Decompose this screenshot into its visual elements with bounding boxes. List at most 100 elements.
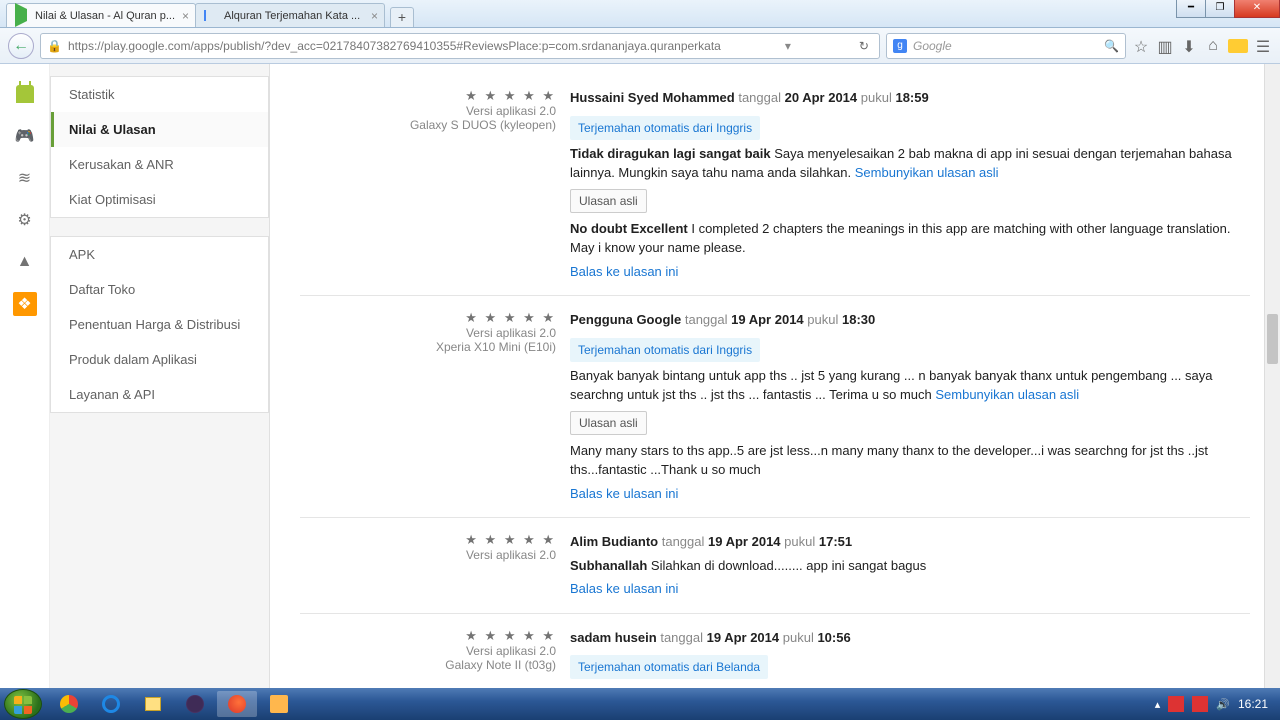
tray-clock[interactable]: 16:21: [1238, 697, 1268, 711]
translated-badge: Terjemahan otomatis dari Inggris: [570, 338, 760, 362]
taskbar: ▴ 🔊 16:21: [0, 688, 1280, 720]
taskbar-ie[interactable]: [91, 691, 131, 717]
review-meta: ★ ★ ★ ★ ★Versi aplikasi 2.0Xperia X10 Mi…: [300, 310, 570, 503]
bookmark-star-icon[interactable]: ☆: [1132, 37, 1150, 55]
sidebar-item-harga-distribusi[interactable]: Penentuan Harga & Distribusi: [51, 307, 268, 342]
tab-title: Nilai & Ulasan - Al Quran p...: [35, 10, 175, 22]
url-text: https://play.google.com/apps/publish/?de…: [68, 39, 721, 53]
review-header: Pengguna Google tanggal 19 Apr 2014 puku…: [570, 310, 1250, 330]
reload-icon[interactable]: ↻: [855, 39, 873, 53]
review-original-text: No doubt Excellent I completed 2 chapter…: [570, 219, 1250, 258]
start-button[interactable]: [4, 689, 42, 719]
sidebar-item-statistik[interactable]: Statistik: [51, 77, 268, 112]
icon-rail: 🎮 ≋ ⚙ ▲ ❖: [0, 64, 50, 688]
menu-icon[interactable]: ☰: [1254, 37, 1272, 55]
close-button[interactable]: ✕: [1234, 0, 1280, 18]
browser-tab-active[interactable]: Nilai & Ulasan - Al Quran p... ×: [6, 3, 196, 27]
taskbar-app[interactable]: [259, 691, 299, 717]
review-body: Alim Budianto tanggal 19 Apr 2014 pukul …: [570, 532, 1250, 599]
review-header: Hussaini Syed Mohammed tanggal 20 Apr 20…: [570, 88, 1250, 108]
dropdown-icon[interactable]: ▾: [779, 39, 797, 53]
library-icon[interactable]: ▥: [1156, 37, 1174, 55]
star-rating: ★ ★ ★ ★ ★: [300, 88, 556, 104]
browser-titlebar: Nilai & Ulasan - Al Quran p... × Alquran…: [0, 0, 1280, 28]
sidebar: Statistik Nilai & Ulasan Kerusakan & ANR…: [50, 64, 270, 688]
rail-games-icon[interactable]: 🎮: [13, 124, 37, 148]
review-original-text: Many many stars to ths app..5 are jst le…: [570, 441, 1250, 480]
back-button[interactable]: ←: [8, 33, 34, 59]
translated-badge: Terjemahan otomatis dari Inggris: [570, 116, 760, 140]
review-author: Pengguna Google: [570, 312, 681, 327]
sidebar-item-apk[interactable]: APK: [51, 237, 268, 272]
review-author: sadam husein: [570, 630, 657, 645]
rail-android-icon[interactable]: [13, 82, 37, 106]
review-meta: ★ ★ ★ ★ ★Versi aplikasi 2.0Galaxy S DUOS…: [300, 88, 570, 281]
device-label: Galaxy S DUOS (kyleopen): [300, 118, 556, 132]
home-icon[interactable]: ⌂: [1204, 37, 1222, 55]
scrollbar-thumb[interactable]: [1267, 314, 1278, 364]
rail-help-icon[interactable]: ❖: [13, 292, 37, 316]
address-bar: ← 🔒 https://play.google.com/apps/publish…: [0, 28, 1280, 64]
taskbar-firefox-active[interactable]: [217, 691, 257, 717]
sidebar-group-2: APK Daftar Toko Penentuan Harga & Distri…: [50, 236, 269, 413]
minimize-button[interactable]: ━: [1176, 0, 1206, 18]
sidebar-group-1: Statistik Nilai & Ulasan Kerusakan & ANR…: [50, 76, 269, 218]
tab-close-icon[interactable]: ×: [182, 9, 189, 23]
rail-services-icon[interactable]: ≋: [13, 166, 37, 190]
maximize-button[interactable]: ❐: [1205, 0, 1235, 18]
hide-original-link[interactable]: Sembunyikan ulasan asli: [855, 165, 999, 180]
downloads-icon[interactable]: ⬇: [1180, 37, 1198, 55]
star-rating: ★ ★ ★ ★ ★: [300, 310, 556, 326]
addon-icon[interactable]: [1228, 39, 1248, 53]
browser-tab[interactable]: Alquran Terjemahan Kata ... ×: [195, 3, 385, 27]
tray-security-icon[interactable]: [1168, 696, 1184, 712]
tab-title: Alquran Terjemahan Kata ...: [224, 10, 360, 22]
sidebar-item-daftar-toko[interactable]: Daftar Toko: [51, 272, 268, 307]
sidebar-item-produk-aplikasi[interactable]: Produk dalam Aplikasi: [51, 342, 268, 377]
reply-link[interactable]: Balas ke ulasan ini: [570, 484, 1250, 504]
review-text: Subhanallah Silahkan di download........…: [570, 556, 1250, 576]
review-row: ★ ★ ★ ★ ★Versi aplikasi 2.0Galaxy S DUOS…: [300, 74, 1250, 296]
search-placeholder: Google: [913, 39, 952, 53]
review-row: ★ ★ ★ ★ ★Versi aplikasi 2.0Xperia X10 Mi…: [300, 296, 1250, 518]
system-tray: ▴ 🔊 16:21: [1155, 696, 1276, 712]
version-label: Versi aplikasi 2.0: [300, 326, 556, 340]
device-label: Galaxy Note II (t03g): [300, 658, 556, 672]
hide-original-link[interactable]: Sembunyikan ulasan asli: [935, 387, 1079, 402]
translated-badge: Terjemahan otomatis dari Belanda: [570, 655, 768, 679]
scrollbar[interactable]: [1264, 64, 1280, 688]
tray-volume-icon[interactable]: 🔊: [1216, 698, 1230, 711]
taskbar-explorer[interactable]: [133, 691, 173, 717]
new-tab-button[interactable]: +: [390, 7, 414, 27]
url-input[interactable]: 🔒 https://play.google.com/apps/publish/?…: [40, 33, 880, 59]
version-label: Versi aplikasi 2.0: [300, 644, 556, 658]
reply-link[interactable]: Balas ke ulasan ini: [570, 262, 1250, 282]
taskbar-eclipse[interactable]: [175, 691, 215, 717]
review-meta: ★ ★ ★ ★ ★Versi aplikasi 2.0: [300, 532, 570, 599]
page-content: 🎮 ≋ ⚙ ▲ ❖ Statistik Nilai & Ulasan Kerus…: [0, 64, 1280, 688]
tab-close-icon[interactable]: ×: [371, 9, 378, 23]
translate-favicon: [204, 9, 218, 23]
sidebar-item-kerusakan-anr[interactable]: Kerusakan & ANR: [51, 147, 268, 182]
reply-link[interactable]: Balas ke ulasan ini: [570, 579, 1250, 599]
search-input[interactable]: g Google 🔍: [886, 33, 1126, 59]
tray-show-hidden-icon[interactable]: ▴: [1155, 698, 1161, 711]
review-text: Banyak banyak bintang untuk app ths .. j…: [570, 366, 1250, 405]
review-text: Tidak diragukan lagi sangat baik Saya me…: [570, 144, 1250, 183]
tray-flag-icon[interactable]: [1192, 696, 1208, 712]
sidebar-item-nilai-ulasan[interactable]: Nilai & Ulasan: [51, 112, 268, 147]
review-body: sadam husein tanggal 19 Apr 2014 pukul 1…: [570, 628, 1250, 684]
rail-alerts-icon[interactable]: ▲: [13, 250, 37, 274]
sidebar-item-kiat-optimisasi[interactable]: Kiat Optimisasi: [51, 182, 268, 217]
lock-icon: 🔒: [47, 39, 62, 53]
review-header: sadam husein tanggal 19 Apr 2014 pukul 1…: [570, 628, 1250, 648]
version-label: Versi aplikasi 2.0: [300, 104, 556, 118]
search-icon[interactable]: 🔍: [1104, 39, 1119, 53]
review-body: Hussaini Syed Mohammed tanggal 20 Apr 20…: [570, 88, 1250, 281]
reviews-panel: ★ ★ ★ ★ ★Versi aplikasi 2.0Galaxy S DUOS…: [270, 64, 1280, 688]
taskbar-chrome[interactable]: [49, 691, 89, 717]
sidebar-item-layanan-api[interactable]: Layanan & API: [51, 377, 268, 412]
rail-settings-icon[interactable]: ⚙: [13, 208, 37, 232]
review-author: Hussaini Syed Mohammed: [570, 90, 735, 105]
review-author: Alim Budianto: [570, 534, 658, 549]
